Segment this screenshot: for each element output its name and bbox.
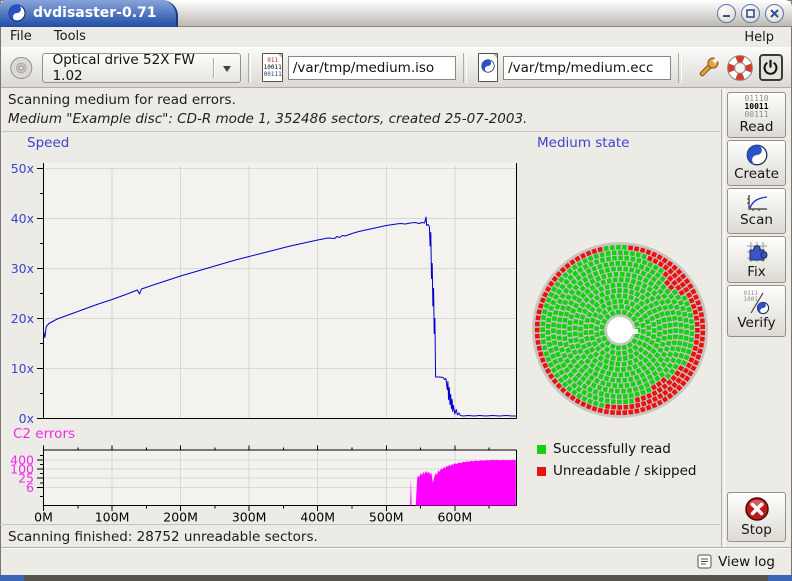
legend-item-read: Successfully read bbox=[537, 441, 671, 457]
iso-path-input[interactable] bbox=[288, 56, 456, 80]
stop-icon bbox=[744, 496, 770, 522]
toolbar-separator bbox=[248, 53, 252, 83]
power-icon bbox=[762, 59, 779, 76]
legend-label-read: Successfully read bbox=[553, 441, 671, 457]
close-icon bbox=[770, 9, 779, 18]
svg-text:50x: 50x bbox=[11, 161, 34, 176]
stop-label: Stop bbox=[741, 522, 772, 538]
toolbar-separator bbox=[463, 53, 467, 83]
minimize-icon bbox=[722, 9, 731, 18]
bottom-bar: View log bbox=[1, 547, 791, 575]
verify-icon: 0111 1001 bbox=[744, 291, 770, 315]
maximize-button[interactable] bbox=[741, 4, 760, 23]
toolbar-separator bbox=[678, 53, 682, 83]
svg-text:20x: 20x bbox=[11, 311, 34, 326]
resize-grip-left[interactable] bbox=[0, 575, 24, 581]
create-label: Create bbox=[734, 166, 779, 182]
legend-swatch-red bbox=[537, 467, 546, 476]
legend-label-unreadable: Unreadable / skipped bbox=[553, 463, 696, 479]
help-button[interactable] bbox=[727, 54, 753, 82]
drive-select-value: Optical drive 52X FW 1.02 bbox=[53, 52, 204, 84]
menubar: File Tools Help bbox=[1, 28, 791, 47]
minimize-button[interactable] bbox=[717, 4, 736, 23]
scan-result-text: Scanning finished: 28752 unreadable sect… bbox=[0, 524, 720, 545]
status-message-box: Scanning medium for read errors. Medium … bbox=[2, 90, 720, 132]
content-separator bbox=[721, 89, 725, 547]
app-yinyang-icon bbox=[8, 4, 26, 22]
view-log-button[interactable]: View log bbox=[718, 554, 775, 570]
doc-fold bbox=[277, 53, 283, 59]
ecc-path-input[interactable] bbox=[503, 56, 671, 80]
window-bottom-frame bbox=[0, 575, 792, 581]
binary-line: 00111 bbox=[744, 111, 768, 119]
fix-label: Fix bbox=[747, 264, 766, 280]
log-list-icon bbox=[697, 554, 712, 569]
chevron-down-icon bbox=[223, 66, 231, 76]
slash-yinyang-icon bbox=[744, 291, 770, 315]
app-window: dvdisaster-0.71 File Tools Help Optical … bbox=[0, 0, 792, 581]
titlebar[interactable]: dvdisaster-0.71 bbox=[0, 0, 792, 27]
yinyang-icon bbox=[746, 144, 768, 166]
svg-text:10x: 10x bbox=[11, 361, 34, 376]
svg-text:500M: 500M bbox=[369, 510, 404, 525]
create-button[interactable]: Create bbox=[727, 140, 786, 186]
maximize-icon bbox=[746, 9, 755, 18]
read-label: Read bbox=[740, 119, 774, 135]
status-line1: Scanning medium for read errors. bbox=[8, 91, 714, 110]
iso-icon-line: 00111 bbox=[263, 71, 281, 78]
svg-text:40x: 40x bbox=[11, 211, 34, 226]
fix-button[interactable]: Fix bbox=[727, 236, 786, 283]
verify-button[interactable]: 0111 1001 Verify bbox=[727, 285, 786, 337]
svg-text:200M: 200M bbox=[163, 510, 198, 525]
svg-text:100M: 100M bbox=[95, 510, 130, 525]
resize-grip-right[interactable] bbox=[768, 575, 792, 581]
legend-item-unreadable: Unreadable / skipped bbox=[537, 463, 696, 479]
iso-icon-line: 10011 bbox=[263, 64, 281, 71]
toolbar: Optical drive 52X FW 1.02 011 10011 0011… bbox=[1, 47, 791, 88]
mini-chart-icon bbox=[746, 194, 768, 212]
stop-button[interactable]: Stop bbox=[727, 492, 786, 542]
verify-label: Verify bbox=[737, 315, 775, 331]
menu-tools[interactable]: Tools bbox=[45, 28, 95, 45]
quit-button[interactable] bbox=[759, 54, 783, 81]
ecc-yinyang-icon bbox=[481, 59, 495, 73]
status-line2: Medium "Example disc": CD-R mode 1, 3524… bbox=[8, 110, 714, 129]
preferences-button[interactable] bbox=[695, 54, 721, 82]
drive-select[interactable]: Optical drive 52X FW 1.02 bbox=[42, 53, 241, 83]
svg-text:600M: 600M bbox=[437, 510, 472, 525]
svg-text:400M: 400M bbox=[300, 510, 335, 525]
iso-image-icon: 011 10011 00111 bbox=[262, 53, 282, 82]
svg-text:300M: 300M bbox=[232, 510, 267, 525]
lifesaver-icon bbox=[727, 55, 753, 81]
puzzle-icon bbox=[745, 240, 769, 264]
read-button[interactable]: 01110 10011 00111 Read bbox=[727, 92, 786, 138]
drive-disc-icon bbox=[9, 54, 34, 82]
svg-text:30x: 30x bbox=[11, 261, 34, 276]
svg-text:0M: 0M bbox=[34, 510, 53, 525]
scan-button[interactable]: Scan bbox=[727, 188, 786, 234]
combo-divider bbox=[213, 58, 215, 78]
menu-file[interactable]: File bbox=[1, 28, 41, 45]
window-title: dvdisaster-0.71 bbox=[33, 5, 157, 21]
wrench-icon bbox=[695, 55, 721, 81]
doc-fold bbox=[492, 53, 498, 59]
legend-swatch-green bbox=[537, 445, 546, 454]
svg-text:0x: 0x bbox=[19, 411, 34, 426]
scan-label: Scan bbox=[740, 212, 773, 228]
binary-icon: 01110 10011 00111 bbox=[744, 95, 768, 119]
ecc-file-icon bbox=[478, 53, 498, 82]
close-button[interactable] bbox=[765, 4, 784, 23]
menu-help[interactable]: Help bbox=[735, 29, 783, 46]
titlebar-tab: dvdisaster-0.71 bbox=[0, 0, 178, 27]
svg-text:6: 6 bbox=[26, 480, 34, 495]
